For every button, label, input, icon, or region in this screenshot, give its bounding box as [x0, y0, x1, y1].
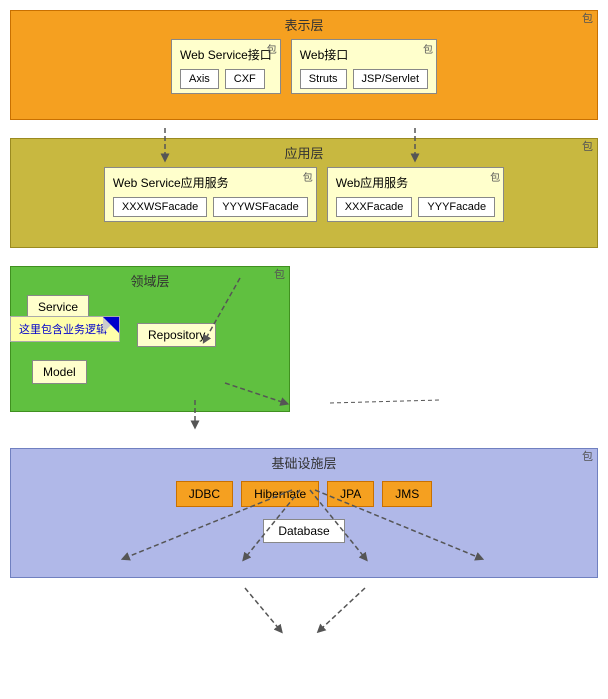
webservice-items: Axis CXF — [180, 69, 272, 89]
presentation-pkg-icon: 包 — [582, 10, 593, 26]
hibernate-item: Hibernate — [241, 481, 319, 507]
infra-content: JDBC Hibernate JPA JMS Database — [17, 477, 591, 543]
webservice-app-box: 包 Web Service应用服务 XXXWSFacade YYYWSFacad… — [104, 167, 317, 222]
infra-items-row: JDBC Hibernate JPA JMS — [176, 481, 433, 507]
domain-label: 领域层 — [130, 271, 169, 290]
jsp-servlet-item: JSP/Servlet — [353, 69, 428, 89]
webservice-app-label: Web Service应用服务 — [113, 172, 308, 191]
web-pkg-icon: 包 — [423, 41, 433, 56]
model-box: Model — [32, 360, 87, 384]
struts-item: Struts — [300, 69, 347, 89]
database-box: Database — [263, 519, 344, 543]
jpa-item: JPA — [327, 481, 374, 507]
infrastructure-layer: 基础设施层 包 JDBC Hibernate JPA JMS Database — [10, 448, 598, 578]
web-interface-label: Web接口 — [300, 44, 428, 63]
domain-pkg-icon: 包 — [274, 266, 285, 282]
note-box: 这里包含业务逻辑 — [10, 316, 120, 342]
presentation-label: 表示层 — [284, 15, 323, 34]
webservice-app-pkg: 包 — [303, 169, 313, 184]
application-services-row: 包 Web Service应用服务 XXXWSFacade YYYWSFacad… — [17, 167, 591, 222]
webservice-pkg-icon: 包 — [267, 41, 277, 56]
domain-content: Service Repository Model — [17, 295, 283, 405]
axis-item: Axis — [180, 69, 219, 89]
web-app-items: XXXFacade YYYFacade — [336, 197, 495, 217]
domain-row: 领域层 包 Service Repository Model 这里包含业务逻辑 — [10, 266, 598, 430]
database-label: Database — [278, 524, 329, 538]
presentation-layer: 表示层 包 包 Web Service接口 Axis CXF 包 Web接口 S… — [10, 10, 598, 120]
web-app-pkg: 包 — [490, 169, 500, 184]
webservice-interface-box: 包 Web Service接口 Axis CXF — [171, 39, 281, 94]
yyyfacade-item: YYYFacade — [418, 197, 495, 217]
web-app-box: 包 Web应用服务 XXXFacade YYYFacade — [327, 167, 504, 222]
webservice-app-items: XXXWSFacade YYYWSFacade — [113, 197, 308, 217]
note-text: 这里包含业务逻辑 — [19, 324, 107, 336]
architecture-diagram: 表示层 包 包 Web Service接口 Axis CXF 包 Web接口 S… — [10, 10, 598, 578]
jdbc-item: JDBC — [176, 481, 233, 507]
application-label: 应用层 — [284, 143, 323, 162]
cxf-item: CXF — [225, 69, 265, 89]
presentation-services-row: 包 Web Service接口 Axis CXF 包 Web接口 Struts … — [17, 39, 591, 94]
xxxwsfacade-item: XXXWSFacade — [113, 197, 207, 217]
xxxfacade-item: XXXFacade — [336, 197, 413, 217]
web-app-label: Web应用服务 — [336, 172, 495, 191]
jms-item: JMS — [382, 481, 432, 507]
yyywsfacade-item: YYYWSFacade — [213, 197, 307, 217]
web-items: Struts JSP/Servlet — [300, 69, 428, 89]
application-pkg-icon: 包 — [582, 138, 593, 154]
infrastructure-pkg-icon: 包 — [582, 448, 593, 464]
infrastructure-label: 基础设施层 — [271, 453, 336, 472]
webservice-interface-label: Web Service接口 — [180, 44, 272, 63]
application-layer: 应用层 包 包 Web Service应用服务 XXXWSFacade YYYW… — [10, 138, 598, 248]
repository-box: Repository — [137, 323, 216, 347]
web-interface-box: 包 Web接口 Struts JSP/Servlet — [291, 39, 437, 94]
